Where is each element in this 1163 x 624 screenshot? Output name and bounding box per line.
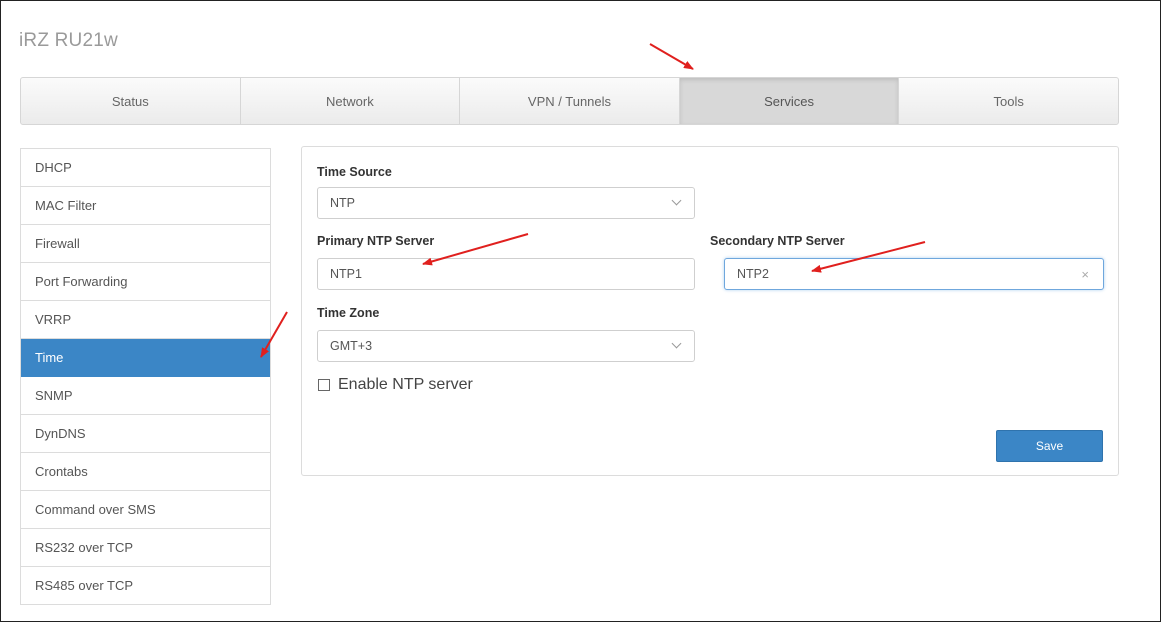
sidebar-item-snmp[interactable]: SNMP — [21, 377, 270, 415]
primary-ntp-input[interactable]: NTP1 — [317, 258, 695, 290]
app-title: iRZ RU21w — [19, 30, 118, 51]
tab-network[interactable]: Network — [241, 78, 461, 124]
secondary-ntp-label: Secondary NTP Server — [710, 234, 845, 248]
save-button[interactable]: Save — [996, 430, 1103, 462]
tab-services[interactable]: Services — [679, 78, 900, 124]
sidebar-item-crontabs[interactable]: Crontabs — [21, 453, 270, 491]
time-source-label: Time Source — [317, 165, 392, 179]
enable-ntp-label: Enable NTP server — [338, 376, 473, 393]
primary-ntp-label: Primary NTP Server — [317, 234, 435, 248]
enable-ntp-row: Enable NTP server — [318, 376, 473, 394]
close-icon[interactable]: × — [1081, 267, 1089, 282]
tab-vpn-tunnels[interactable]: VPN / Tunnels — [460, 78, 680, 124]
time-zone-select[interactable]: GMT+3 — [317, 330, 695, 362]
time-zone-label: Time Zone — [317, 306, 380, 320]
time-settings-panel: Time Source NTP Primary NTP Server NTP1 … — [301, 146, 1119, 476]
enable-ntp-checkbox[interactable] — [318, 379, 330, 391]
chevron-down-icon — [671, 338, 682, 349]
sidebar: DHCP MAC Filter Firewall Port Forwarding… — [20, 148, 271, 605]
sidebar-item-rs485-over-tcp[interactable]: RS485 over TCP — [21, 567, 270, 605]
primary-ntp-value: NTP1 — [330, 267, 362, 281]
sidebar-item-vrrp[interactable]: VRRP — [21, 301, 270, 339]
sidebar-item-command-over-sms[interactable]: Command over SMS — [21, 491, 270, 529]
tab-tools[interactable]: Tools — [899, 78, 1118, 124]
secondary-ntp-value: NTP2 — [737, 267, 769, 281]
time-source-select[interactable]: NTP — [317, 187, 695, 219]
main-tabs: Status Network VPN / Tunnels Services To… — [20, 77, 1119, 125]
sidebar-item-mac-filter[interactable]: MAC Filter — [21, 187, 270, 225]
time-source-value: NTP — [330, 196, 355, 210]
tab-status[interactable]: Status — [21, 78, 241, 124]
sidebar-item-firewall[interactable]: Firewall — [21, 225, 270, 263]
sidebar-item-time[interactable]: Time — [21, 339, 270, 377]
secondary-ntp-input[interactable]: NTP2 × — [724, 258, 1104, 290]
sidebar-item-rs232-over-tcp[interactable]: RS232 over TCP — [21, 529, 270, 567]
chevron-down-icon — [671, 195, 682, 206]
time-zone-value: GMT+3 — [330, 339, 373, 353]
sidebar-item-dyndns[interactable]: DynDNS — [21, 415, 270, 453]
sidebar-item-port-forwarding[interactable]: Port Forwarding — [21, 263, 270, 301]
sidebar-item-dhcp[interactable]: DHCP — [21, 149, 270, 187]
